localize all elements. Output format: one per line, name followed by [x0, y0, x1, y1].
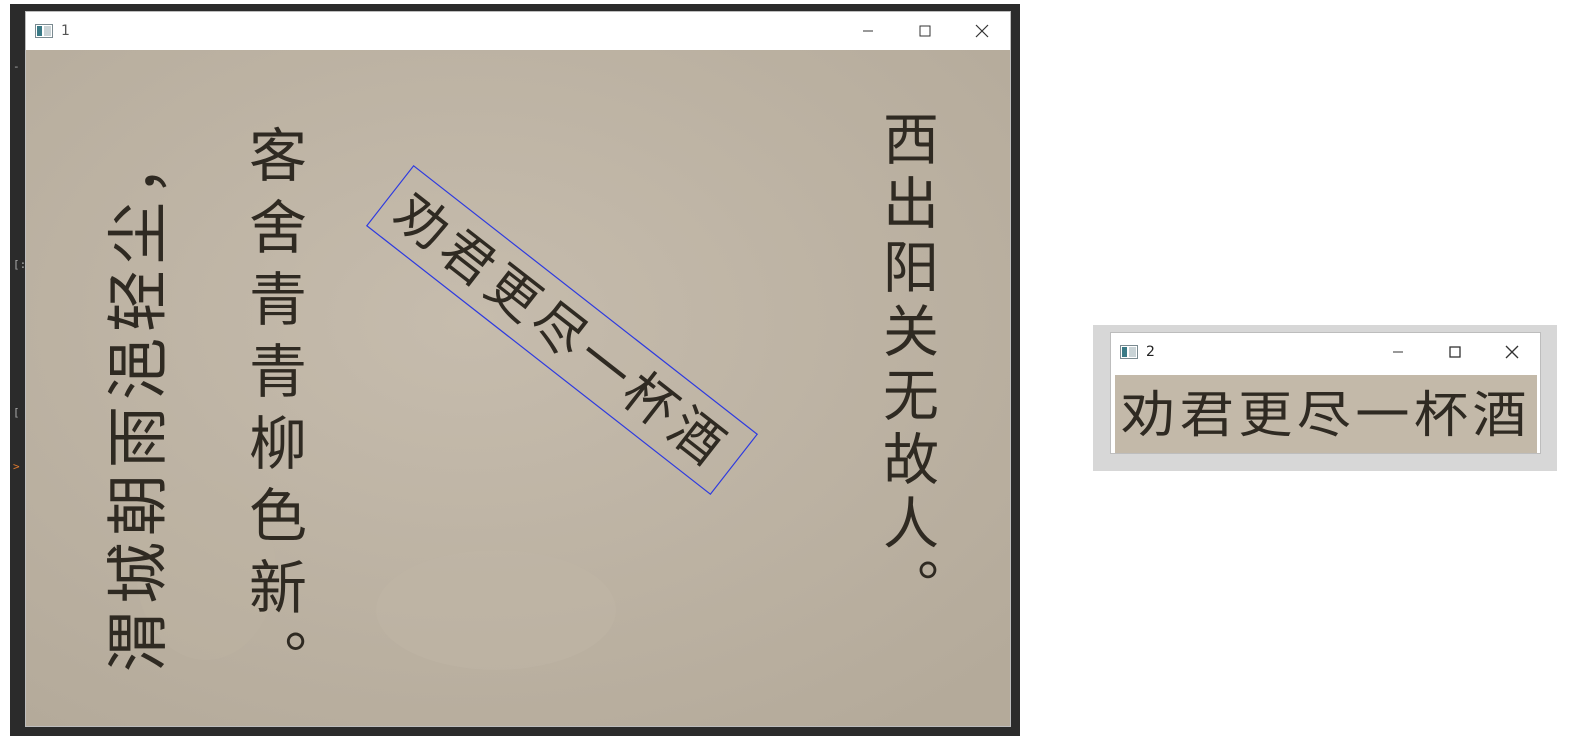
cropped-image-canvas: 劝君更尽一杯酒 [1111, 371, 1540, 453]
maximize-button[interactable] [896, 12, 953, 50]
gutter-mark: [ [13, 406, 20, 419]
column-text-4: 西出阳关无故人。 [874, 110, 939, 622]
image-window-2: 2 劝君更尽一杯酒 [1110, 332, 1541, 454]
minimize-button[interactable] [1369, 333, 1426, 371]
app-icon [1120, 345, 1138, 359]
close-icon [975, 24, 988, 38]
close-button[interactable] [953, 12, 1010, 50]
gutter-mark: > [13, 460, 20, 473]
window-controls [1369, 333, 1540, 371]
title-bar[interactable]: 2 [1111, 333, 1540, 372]
minimize-icon [1392, 351, 1403, 353]
close-button[interactable] [1483, 333, 1540, 371]
handwriting-image: 渭城朝雨浥轻尘， 客舍青青柳色新。 劝君更尽一杯酒 西出阳关无故人。 [26, 50, 1010, 726]
minimize-icon [862, 30, 873, 32]
image-window-1: 1 渭城朝雨浥轻尘， 客舍青青柳色新。 劝君更尽一杯酒 西出阳关无故人。 [25, 11, 1011, 727]
column-text-2: 客舍青青柳色新。 [239, 125, 307, 701]
window-controls [839, 12, 1010, 50]
maximize-icon [1448, 346, 1461, 358]
window-title: 1 [61, 23, 70, 39]
maximize-icon [919, 25, 930, 37]
handwritten-column: 客舍青青柳色新。 [239, 125, 307, 701]
handwritten-column: 渭城朝雨浥轻尘， [102, 128, 175, 672]
image-canvas: 渭城朝雨浥轻尘， 客舍青青柳色新。 劝君更尽一杯酒 西出阳关无故人。 [26, 50, 1010, 726]
paper-texture [376, 550, 616, 670]
maximize-button[interactable] [1426, 333, 1483, 371]
handwritten-column: 西出阳关无故人。 [874, 110, 939, 622]
cropped-text: 劝君更尽一杯酒 [1121, 386, 1531, 444]
gutter-mark: - [13, 60, 20, 73]
app-icon [35, 24, 53, 38]
close-icon [1505, 345, 1518, 359]
column-text-1: 渭城朝雨浥轻尘， [102, 128, 175, 672]
window-title: 2 [1146, 344, 1155, 360]
cropped-text-image: 劝君更尽一杯酒 [1115, 375, 1537, 453]
minimize-button[interactable] [839, 12, 896, 50]
title-bar[interactable]: 1 [26, 12, 1010, 51]
